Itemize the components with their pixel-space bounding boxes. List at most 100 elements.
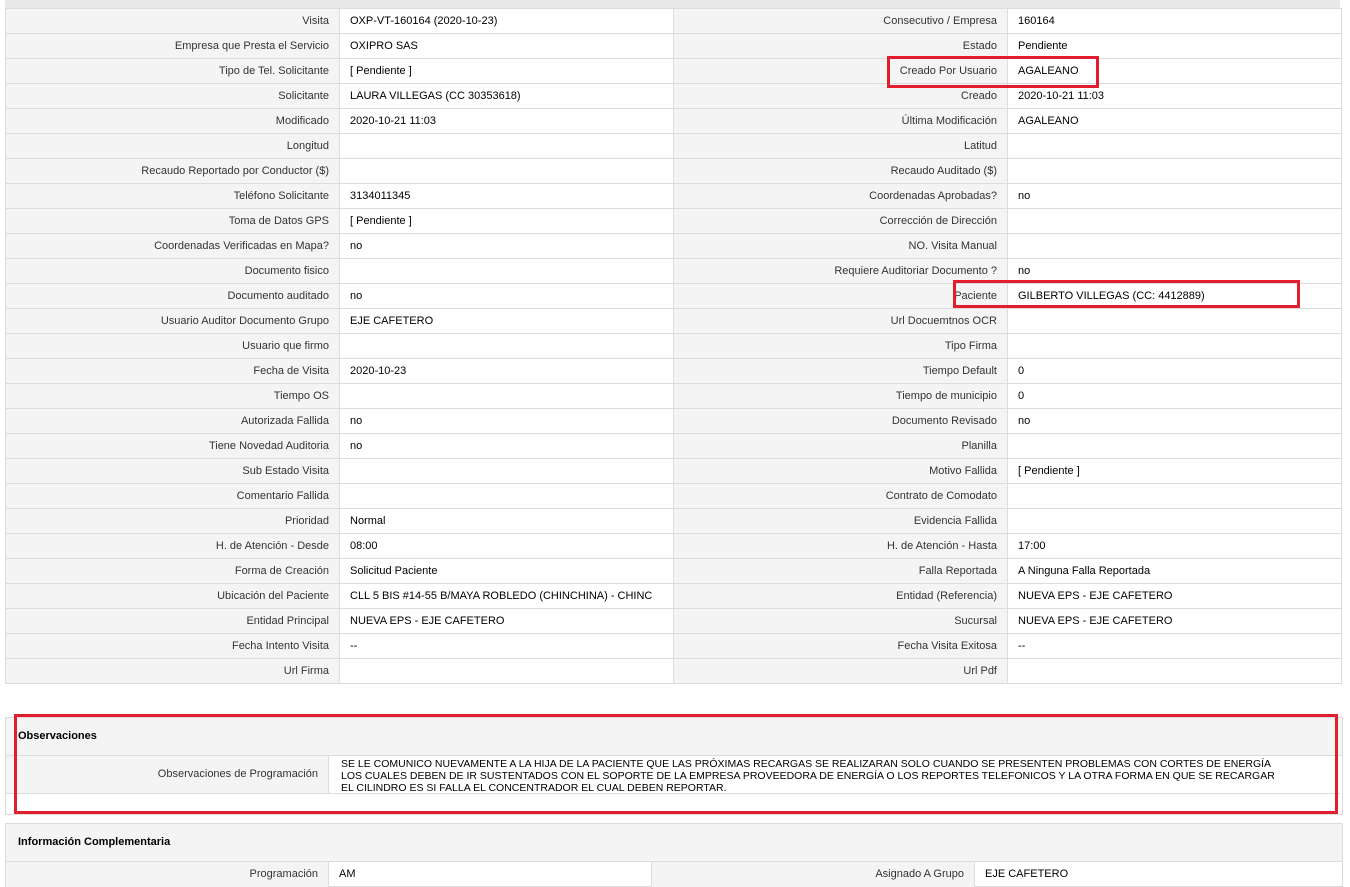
field-label: Recaudo Reportado por Conductor ($)	[5, 158, 340, 184]
visit-detail-table: Visita OXP-VT-160164 (2020-10-23) Consecut…	[5, 8, 1342, 684]
detail-row: Documento auditado no Paciente GILBERTO VIL…	[5, 283, 1342, 309]
field-label: Estado	[673, 33, 1008, 59]
field-label: Teléfono Solicitante	[5, 183, 340, 209]
field-value	[339, 483, 674, 509]
field-label: H. de Atención - Hasta	[673, 533, 1008, 559]
field-label: Paciente	[673, 283, 1008, 309]
field-value: [ Pendiente ]	[339, 58, 674, 84]
field-value: [ Pendiente ]	[1007, 458, 1342, 484]
detail-row: Prioridad Normal Evidencia Fallida	[5, 508, 1342, 534]
field-value: GILBERTO VILLEGAS (CC: 4412889)	[1007, 283, 1342, 309]
field-value: A Ninguna Falla Reportada	[1007, 558, 1342, 584]
field-value: 2020-10-21 11:03	[1007, 83, 1342, 109]
detail-row: Tiempo OS Tiempo de municipio 0	[5, 383, 1342, 409]
informacion-complementaria-title: Información Complementaria	[6, 824, 1342, 862]
field-value: LAURA VILLEGAS (CC 30353618)	[339, 83, 674, 109]
field-label: Requiere Auditoriar Documento ?	[673, 258, 1008, 284]
detail-row: Modificado 2020-10-21 11:03 Última Modific…	[5, 108, 1342, 134]
detail-row: Visita OXP-VT-160164 (2020-10-23) Consecut…	[5, 8, 1342, 34]
field-value: OXIPRO SAS	[339, 33, 674, 59]
field-value: 160164	[1007, 8, 1342, 34]
field-value: NUEVA EPS - EJE CAFETERO	[1007, 608, 1342, 634]
field-value	[1007, 208, 1342, 234]
field-value	[1007, 433, 1342, 459]
detail-row: Documento fisico Requiere Auditoriar Docu…	[5, 258, 1342, 284]
field-label: Evidencia Fallida	[673, 508, 1008, 534]
field-value	[339, 258, 674, 284]
field-label: Creado	[673, 83, 1008, 109]
field-value: no	[339, 283, 674, 309]
field-value: 08:00	[339, 533, 674, 559]
field-value: 0	[1007, 383, 1342, 409]
detail-row: Usuario que firmo Tipo Firma	[5, 333, 1342, 359]
detail-row: Ubicación del Paciente CLL 5 BIS #14-55 B…	[5, 583, 1342, 609]
field-value	[339, 383, 674, 409]
detail-row: Tiene Novedad Auditoria no Planilla	[5, 433, 1342, 459]
field-label: Tipo de Tel. Solicitante	[5, 58, 340, 84]
field-label: Última Modificación	[673, 108, 1008, 134]
field-value: 2020-10-23	[339, 358, 674, 384]
observaciones-title: Observaciones	[6, 718, 1342, 756]
field-value	[339, 133, 674, 159]
field-label: Documento fisico	[5, 258, 340, 284]
field-label: Tiempo de municipio	[673, 383, 1008, 409]
field-value: 0	[1007, 358, 1342, 384]
field-label: Tiempo Default	[673, 358, 1008, 384]
observaciones-line: SE LE COMUNICO NUEVAMENTE A LA HIJA DE L…	[341, 758, 1272, 770]
field-label: Modificado	[5, 108, 340, 134]
field-label: Corrección de Dirección	[673, 208, 1008, 234]
informacion-complementaria-section: Información Complementaria Programación …	[5, 823, 1343, 887]
field-value	[1007, 158, 1342, 184]
field-label: Tiempo OS	[5, 383, 340, 409]
field-label: Sub Estado Visita	[5, 458, 340, 484]
field-value	[1007, 333, 1342, 359]
field-label: Solicitante	[5, 83, 340, 109]
detail-row: Fecha Intento Visita -- Fecha Visita Exito…	[5, 633, 1342, 659]
field-label: Documento Revisado	[673, 408, 1008, 434]
detail-row: Usuario Auditor Documento Grupo EJE CAFET…	[5, 308, 1342, 334]
field-label: Sucursal	[673, 608, 1008, 634]
detail-row: Longitud Latitud	[5, 133, 1342, 159]
detail-row: Coordenadas Verificadas en Mapa? no NO. Vi…	[5, 233, 1342, 259]
field-label: Longitud	[5, 133, 340, 159]
field-value: 17:00	[1007, 533, 1342, 559]
field-value: [ Pendiente ]	[339, 208, 674, 234]
field-label: Empresa que Presta el Servicio	[5, 33, 340, 59]
detail-row: H. de Atención - Desde 08:00 H. de Atenció…	[5, 533, 1342, 559]
field-label: Visita	[5, 8, 340, 34]
field-label: Ubicación del Paciente	[5, 583, 340, 609]
programacion-value: AM	[329, 862, 652, 887]
programacion-label: Programación	[6, 862, 329, 887]
field-value	[1007, 233, 1342, 259]
field-value: no	[339, 233, 674, 259]
field-value: NUEVA EPS - EJE CAFETERO	[339, 608, 674, 634]
field-value: 2020-10-21 11:03	[339, 108, 674, 134]
observaciones-line: EL CILINDRO ES SI FALLA EL CONCENTRADOR …	[341, 782, 727, 794]
field-label: H. de Atención - Desde	[5, 533, 340, 559]
field-value	[1007, 308, 1342, 334]
field-label: Fecha Intento Visita	[5, 633, 340, 659]
observaciones-text: SE LE COMUNICO NUEVAMENTE A LA HIJA DE L…	[329, 756, 1331, 794]
field-value: Pendiente	[1007, 33, 1342, 59]
field-value: no	[339, 433, 674, 459]
observaciones-row: Observaciones de Programación SE LE COMU…	[6, 756, 1340, 794]
detail-row: Teléfono Solicitante 3134011345 Coordenada…	[5, 183, 1342, 209]
detail-row: Forma de Creación Solicitud Paciente Falla…	[5, 558, 1342, 584]
field-value: no	[1007, 408, 1342, 434]
field-label: Falla Reportada	[673, 558, 1008, 584]
observaciones-label: Observaciones de Programación	[6, 756, 329, 793]
field-value: --	[1007, 633, 1342, 659]
field-value: EJE CAFETERO	[339, 308, 674, 334]
field-label: Entidad Principal	[5, 608, 340, 634]
field-label: Url Pdf	[673, 658, 1008, 684]
field-label: Tipo Firma	[673, 333, 1008, 359]
observaciones-section: Observaciones Observaciones de Programac…	[5, 717, 1343, 815]
field-label: Url Docuemtnos OCR	[673, 308, 1008, 334]
field-value	[1007, 133, 1342, 159]
field-label: Forma de Creación	[5, 558, 340, 584]
field-label: Toma de Datos GPS	[5, 208, 340, 234]
field-value	[339, 458, 674, 484]
detail-row: Url Firma Url Pdf	[5, 658, 1342, 684]
detail-row: Entidad Principal NUEVA EPS - EJE CAFETER…	[5, 608, 1342, 634]
field-label: Tiene Novedad Auditoria	[5, 433, 340, 459]
